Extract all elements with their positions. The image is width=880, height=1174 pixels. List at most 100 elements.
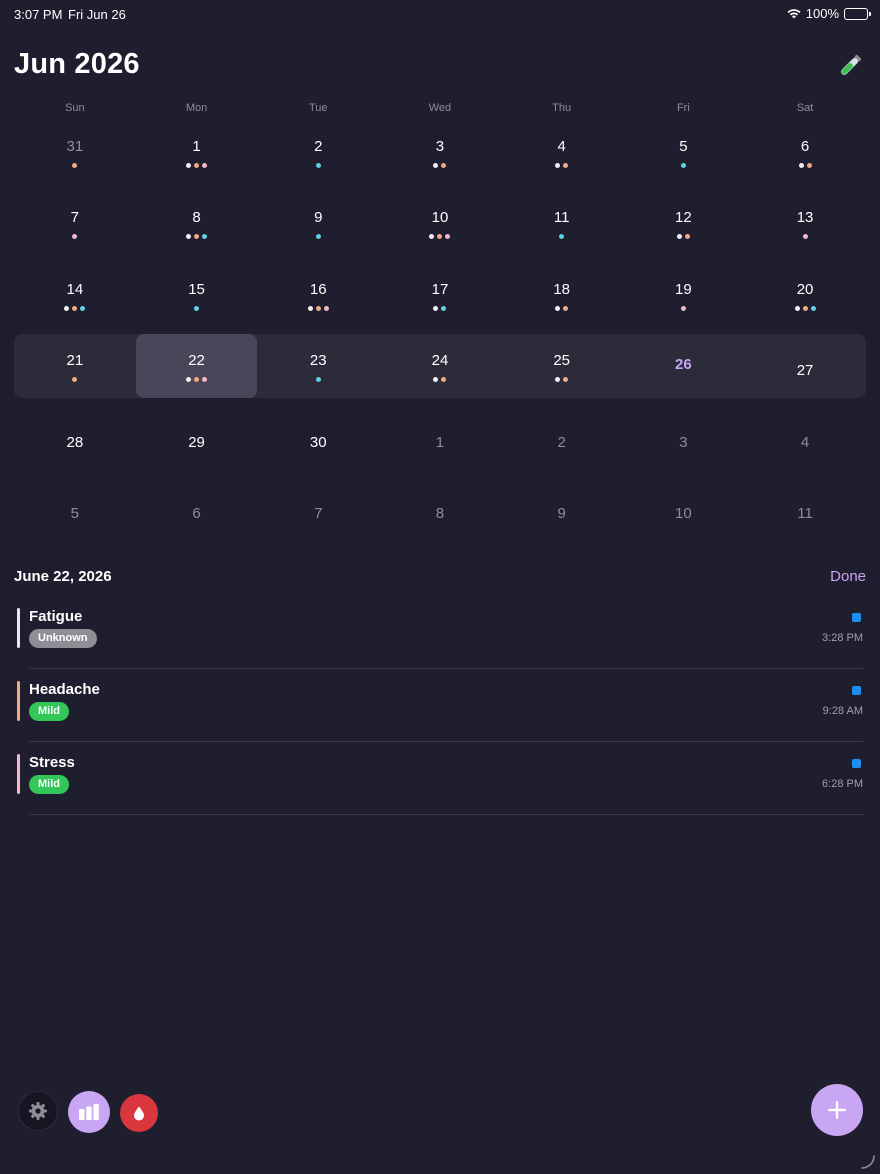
calendar-day-selected[interactable]: 22: [135, 334, 258, 399]
calendar-day[interactable]: 5: [14, 477, 136, 541]
calendar-day[interactable]: 24: [379, 334, 501, 398]
calendar-day[interactable]: 11: [744, 477, 866, 541]
settings-button[interactable]: [18, 1091, 58, 1131]
calendar-day[interactable]: 18: [501, 263, 623, 327]
symptom-dots: [680, 305, 686, 311]
symptom-color-bar: [17, 681, 20, 721]
calendar-day[interactable]: 7: [257, 477, 379, 541]
symptom-dots: [72, 377, 78, 383]
calendar-day[interactable]: 9: [501, 477, 623, 541]
day-number: 17: [431, 280, 449, 298]
day-number: 8: [192, 209, 201, 227]
symptom-dot: [806, 163, 812, 168]
calendar-day[interactable]: 8: [379, 477, 501, 541]
symptom-dot: [555, 377, 561, 383]
done-button[interactable]: Done: [830, 568, 866, 585]
calendar-day[interactable]: 11: [501, 191, 623, 255]
calendar-day[interactable]: 10: [379, 191, 501, 255]
calendar-day[interactable]: 1: [136, 120, 258, 184]
symptom-dot: [441, 163, 447, 168]
symptom-dot: [563, 163, 569, 168]
symptom-dots: [194, 305, 200, 311]
symptom-name: Stress: [29, 754, 75, 771]
day-number: 26: [675, 356, 692, 374]
day-number: 6: [192, 504, 201, 522]
calendar-day[interactable]: 10: [623, 477, 745, 541]
calendar-day[interactable]: 8: [136, 191, 258, 255]
day-number: 21: [66, 352, 84, 370]
symptom-dots: [676, 234, 690, 240]
symptom-dot: [315, 305, 321, 311]
symptom-dot: [559, 234, 565, 240]
status-date: Fri Jun 26: [68, 7, 126, 22]
day-number: 31: [66, 138, 84, 155]
symptom-dot: [433, 305, 439, 311]
symptom-dots: [559, 234, 565, 240]
calendar-day-today[interactable]: 26: [623, 334, 745, 398]
symptom-dot: [194, 377, 200, 383]
severity-badge: Mild: [29, 775, 69, 794]
calendar-day[interactable]: 12: [623, 191, 745, 255]
symptom-dots: [555, 305, 569, 311]
symptom-dot: [323, 305, 329, 311]
severity-badge: Mild: [29, 702, 69, 721]
month-title: Jun 2026: [14, 48, 140, 80]
calendar-day[interactable]: 20: [744, 263, 866, 327]
symptom-dot: [186, 377, 192, 383]
calendar-day[interactable]: 2: [501, 406, 623, 470]
symptom-entry[interactable]: Stress Mild 6:28 PM: [14, 742, 866, 815]
calendar-day[interactable]: 7: [14, 191, 136, 255]
symptom-dots: [72, 163, 78, 168]
symptom-dot: [433, 377, 439, 383]
calendar-day[interactable]: 5: [623, 120, 745, 184]
calendar-day[interactable]: 23: [257, 334, 379, 398]
symptom-entry[interactable]: Headache Mild 9:28 AM: [14, 669, 866, 742]
calendar-day[interactable]: 6: [136, 477, 258, 541]
weekday-label: Sat: [796, 102, 814, 114]
calendar-day[interactable]: 31: [14, 120, 136, 184]
calendar-day[interactable]: 4: [501, 120, 623, 184]
symptom-dot: [72, 305, 78, 311]
calendar-day[interactable]: 4: [744, 406, 866, 470]
symptom-dot: [307, 305, 313, 311]
symptom-dot: [563, 305, 569, 311]
calendar-day[interactable]: 27: [744, 334, 866, 398]
calendar-day[interactable]: 14: [14, 263, 136, 327]
symptom-dot: [802, 234, 808, 240]
calendar-day[interactable]: 9: [257, 191, 379, 255]
day-number: 2: [314, 138, 323, 155]
calendar-day[interactable]: 6: [744, 120, 866, 184]
day-number: 6: [800, 138, 810, 155]
calendar-day[interactable]: 3: [379, 120, 501, 184]
sync-indicator-icon: [852, 613, 861, 622]
symptom-entry[interactable]: Fatigue Unknown 3:28 PM: [14, 596, 866, 669]
calendar-day[interactable]: 13: [744, 191, 866, 255]
calendar-day[interactable]: 3: [623, 406, 745, 470]
stats-button[interactable]: [68, 1091, 110, 1133]
day-number: 5: [70, 504, 80, 522]
period-button[interactable]: [120, 1094, 158, 1132]
symptom-dot: [186, 163, 192, 168]
calendar-day[interactable]: 25: [501, 334, 623, 398]
symptom-dot: [186, 234, 192, 240]
calendar-day[interactable]: 30: [257, 406, 379, 470]
calendar-day[interactable]: 21: [14, 334, 136, 398]
lab-button[interactable]: [834, 50, 866, 82]
calendar-day[interactable]: 17: [379, 263, 501, 327]
calendar-day[interactable]: 1: [379, 406, 501, 470]
day-number: 30: [309, 433, 327, 451]
sync-indicator-icon: [852, 759, 861, 768]
symptom-color-bar: [17, 754, 20, 794]
calendar-day[interactable]: 19: [623, 263, 745, 327]
calendar-day[interactable]: 2: [257, 120, 379, 184]
symptom-dot: [445, 234, 451, 240]
calendar-day[interactable]: 16: [257, 263, 379, 327]
symptom-dots: [433, 163, 447, 168]
calendar-day[interactable]: 29: [136, 406, 258, 470]
day-number: 7: [314, 504, 323, 522]
resize-handle-icon[interactable]: [860, 1154, 876, 1170]
symptom-dot: [555, 305, 561, 311]
add-entry-button[interactable]: [811, 1084, 863, 1136]
calendar-day[interactable]: 28: [14, 406, 136, 470]
calendar-day[interactable]: 15: [136, 263, 258, 327]
